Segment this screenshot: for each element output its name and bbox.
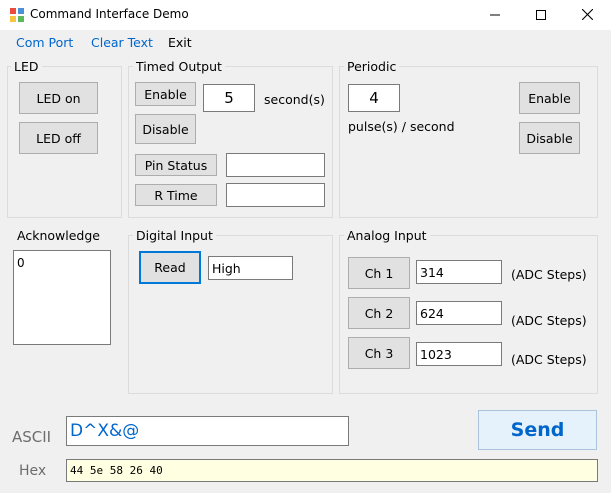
seconds-input[interactable]: 5 (203, 84, 255, 112)
ascii-input[interactable]: D^X&@ (66, 416, 349, 446)
acknowledge-textbox[interactable]: 0 (13, 250, 111, 345)
close-icon (581, 8, 593, 21)
seconds-unit-label: second(s) (264, 92, 325, 107)
ch2-button[interactable]: Ch 2 (348, 297, 410, 329)
acknowledge-label: Acknowledge (14, 228, 103, 243)
send-button[interactable]: Send (478, 410, 597, 450)
menu-clear-text[interactable]: Clear Text (91, 35, 153, 50)
ch1-unit-label: (ADC Steps) (511, 267, 587, 282)
window-title: Command Interface Demo (30, 7, 189, 21)
led-group-label: LED (11, 59, 42, 74)
maximize-icon (536, 10, 546, 20)
hex-field: 44 5e 58 26 40 (66, 459, 598, 482)
digital-value-field[interactable]: High (208, 256, 293, 280)
ch1-button[interactable]: Ch 1 (348, 257, 410, 289)
pin-status-field[interactable] (226, 153, 325, 177)
analog-input-group-label: Analog Input (344, 228, 430, 243)
ch2-value-field[interactable]: 624 (416, 301, 502, 325)
periodic-group-label: Periodic (344, 59, 400, 74)
rate-unit-label: pulse(s) / second (348, 119, 455, 134)
rtime-field[interactable] (226, 183, 325, 207)
timed-enable-button[interactable]: Enable (135, 82, 196, 106)
ch1-value-field[interactable]: 314 (416, 260, 502, 284)
hex-label: Hex (19, 463, 47, 479)
menu-exit[interactable]: Exit (168, 35, 192, 50)
maximize-button[interactable] (518, 0, 564, 30)
ch3-unit-label: (ADC Steps) (511, 352, 587, 367)
led-off-button[interactable]: LED off (19, 122, 98, 154)
ch3-value-field[interactable]: 1023 (416, 342, 502, 366)
minimize-icon (490, 14, 500, 16)
minimize-button[interactable] (472, 0, 518, 30)
read-button[interactable]: Read (139, 251, 201, 284)
app-icon (10, 8, 24, 22)
led-on-button[interactable]: LED on (19, 82, 98, 114)
ch3-button[interactable]: Ch 3 (348, 337, 410, 369)
rtime-button[interactable]: R Time (135, 184, 217, 206)
ch2-unit-label: (ADC Steps) (511, 313, 587, 328)
ascii-label: ASCII (12, 428, 52, 446)
periodic-enable-button[interactable]: Enable (519, 82, 580, 114)
close-button[interactable] (564, 0, 610, 30)
menu-com-port[interactable]: Com Port (16, 35, 73, 50)
rate-input[interactable]: 4 (348, 84, 400, 112)
timed-output-group-label: Timed Output (133, 59, 225, 74)
timed-disable-button[interactable]: Disable (135, 114, 196, 144)
pin-status-button[interactable]: Pin Status (135, 154, 217, 176)
periodic-disable-button[interactable]: Disable (519, 122, 580, 154)
digital-input-group-label: Digital Input (133, 228, 216, 243)
